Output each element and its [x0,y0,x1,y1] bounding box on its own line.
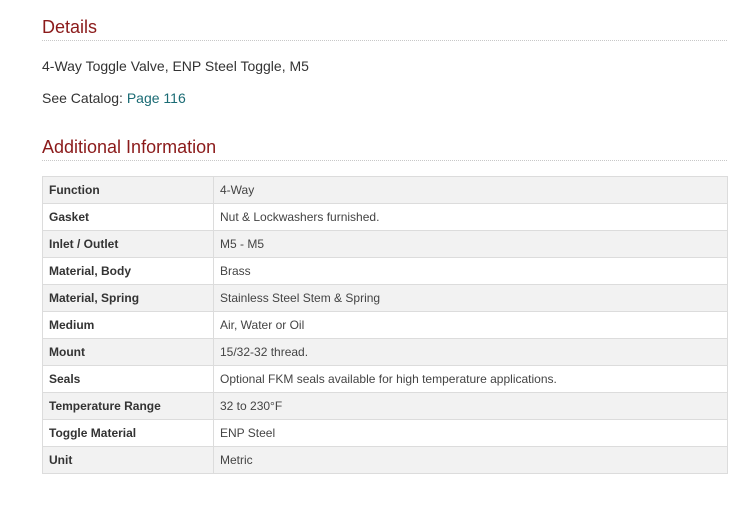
details-heading: Details [42,17,98,37]
row-value: Air, Water or Oil [213,311,728,339]
table-row: Material, Spring Stainless Steel Stem & … [42,284,728,312]
catalog-reference: See Catalog: Page 116 [42,89,186,107]
table-row: Temperature Range 32 to 230°F [42,392,728,420]
table-row: Seals Optional FKM seals available for h… [42,365,728,393]
table-row: Medium Air, Water or Oil [42,311,728,339]
row-label: Seals [42,365,214,393]
row-label: Inlet / Outlet [42,230,214,258]
row-value: Brass [213,257,728,285]
row-label: Function [42,176,214,204]
row-value: ENP Steel [213,419,728,447]
row-value: Optional FKM seals available for high te… [213,365,728,393]
row-label: Unit [42,446,214,474]
additional-information-divider [42,160,727,161]
catalog-prefix: See Catalog: [42,90,123,106]
row-label: Material, Body [42,257,214,285]
table-row: Unit Metric [42,446,728,474]
additional-information-heading: Additional Information [42,137,217,157]
row-label: Toggle Material [42,419,214,447]
row-value: M5 - M5 [213,230,728,258]
row-label: Gasket [42,203,214,231]
table-row: Material, Body Brass [42,257,728,285]
row-value: 4-Way [213,176,728,204]
row-label: Mount [42,338,214,366]
additional-information-table: Function 4-Way Gasket Nut & Lockwashers … [42,176,728,474]
catalog-page-link[interactable]: Page 116 [127,90,186,106]
row-label: Temperature Range [42,392,214,420]
row-value: Stainless Steel Stem & Spring [213,284,728,312]
table-row: Mount 15/32-32 thread. [42,338,728,366]
row-value: 15/32-32 thread. [213,338,728,366]
row-value: Nut & Lockwashers furnished. [213,203,728,231]
row-label: Medium [42,311,214,339]
row-value: 32 to 230°F [213,392,728,420]
row-label: Material, Spring [42,284,214,312]
table-row: Toggle Material ENP Steel [42,419,728,447]
table-row: Gasket Nut & Lockwashers furnished. [42,203,728,231]
table-row: Inlet / Outlet M5 - M5 [42,230,728,258]
table-row: Function 4-Way [42,176,728,204]
row-value: Metric [213,446,728,474]
product-description: 4-Way Toggle Valve, ENP Steel Toggle, M5 [42,58,309,74]
details-divider [42,40,727,41]
